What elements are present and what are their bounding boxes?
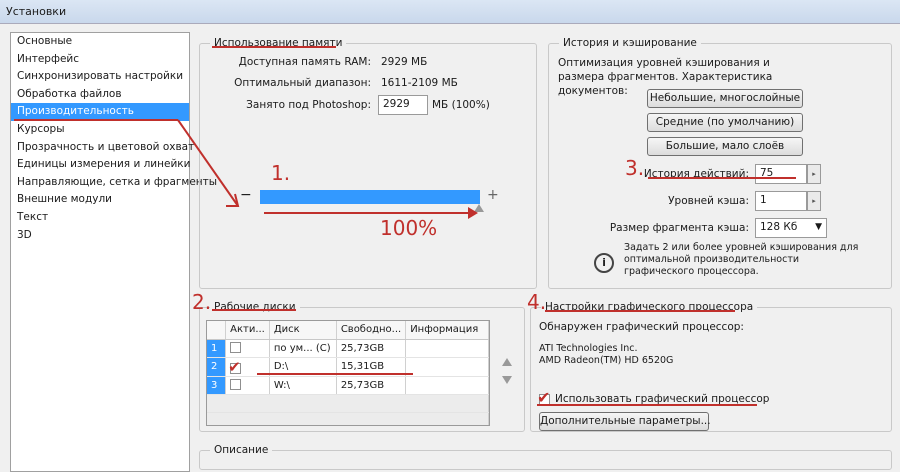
cache-info-text: Задать 2 или более уровней кэширования д… <box>624 242 859 277</box>
scratch-disks-title: Рабочие диски <box>210 301 300 313</box>
sidebar-item[interactable]: Синхронизировать настройки <box>11 68 189 86</box>
chevron-down-icon: ▼ <box>815 222 822 232</box>
memory-slider-fill <box>260 190 480 204</box>
annotation-arrow-line <box>264 212 474 214</box>
medium-default-button[interactable]: Средние (по умолчанию) <box>647 113 803 132</box>
disk-info <box>405 376 489 395</box>
disk-free: 25,73GB <box>336 339 407 358</box>
history-cache-title: История и кэширование <box>559 37 701 49</box>
annotation-underline-gpu <box>545 310 735 312</box>
column-header-info[interactable]: Информация <box>405 321 489 340</box>
available-ram-value: 2929 МБ <box>381 56 428 68</box>
active-checkbox[interactable] <box>230 379 242 391</box>
description-title: Описание <box>210 444 273 456</box>
active-checkbox[interactable] <box>230 342 242 354</box>
annotation-arrow <box>140 119 240 207</box>
empty-row <box>207 412 489 425</box>
history-cache-group: История и кэширование Оптимизация уровне… <box>548 37 892 289</box>
sidebar-item[interactable]: Основные <box>11 33 189 51</box>
optimal-range-label: Оптимальный диапазон: <box>234 77 371 89</box>
optimal-range-value: 1611-2109 МБ <box>381 77 458 89</box>
photoshop-usage-input[interactable]: 2929 <box>378 95 428 115</box>
column-header-active[interactable]: Акти... <box>225 321 270 340</box>
photoshop-usage-unit: МБ (100%) <box>432 99 490 111</box>
annotation-4: 4. <box>527 290 547 314</box>
slider-plus-icon[interactable]: + <box>487 187 499 203</box>
sidebar-item[interactable]: Интерфейс <box>11 51 189 69</box>
tile-size-select[interactable]: 128 Кб ▼ <box>755 218 827 238</box>
gpu-detected-label: Обнаружен графический процессор: <box>539 321 744 333</box>
gpu-settings-group: Настройки графического процессора Обнару… <box>530 301 892 432</box>
annotation-underline-memory <box>212 46 336 48</box>
annotation-1: 1. <box>271 161 291 185</box>
annotation-underline-use-gpu <box>537 404 757 406</box>
cache-levels-input[interactable]: 1 <box>755 191 807 211</box>
large-few-layers-button[interactable]: Большие, мало слоёв <box>647 137 803 156</box>
window-title: Установки <box>6 5 67 18</box>
annotation-underline-performance <box>14 119 140 121</box>
disk-info <box>405 339 489 358</box>
annotation-underline-disk-d <box>257 373 413 375</box>
disk-free: 25,73GB <box>336 376 407 395</box>
move-up-icon[interactable] <box>502 358 512 366</box>
disk-info <box>405 357 489 377</box>
info-icon: i <box>594 253 614 273</box>
photoshop-usage-label: Занято под Photoshop: <box>246 99 371 111</box>
empty-row <box>207 394 489 413</box>
table-row[interactable]: 1 по ум... (C) 25,73GB <box>207 339 489 358</box>
annotation-3: 3. <box>625 156 645 180</box>
disk-name: W:\ <box>269 376 337 395</box>
active-cell <box>225 376 270 395</box>
annotation-underline-scratch <box>212 309 296 311</box>
cache-levels-stepper[interactable]: ▸ <box>807 191 821 211</box>
sidebar-item[interactable]: 3D <box>11 227 189 245</box>
memory-usage-group: Использование памяти Доступная память RA… <box>199 37 537 289</box>
tile-size-value: 128 Кб <box>760 221 798 233</box>
annotation-percent: 100% <box>380 216 438 240</box>
sidebar-item[interactable]: Обработка файлов <box>11 86 189 104</box>
cache-levels-label: Уровней кэша: <box>668 195 749 207</box>
column-header-free[interactable]: Свободно... <box>336 321 407 340</box>
small-layered-button[interactable]: Небольшие, многослойные <box>647 89 803 108</box>
move-down-icon[interactable] <box>502 376 512 384</box>
annotation-underline-history <box>648 177 796 179</box>
column-header-index <box>207 321 227 340</box>
description-group: Описание <box>199 444 892 470</box>
checkmark-icon: ✔ <box>228 357 241 376</box>
gpu-vendor: ATI Technologies Inc. <box>539 343 638 354</box>
annotation-2: 2. <box>192 290 212 314</box>
annotation-arrow-head <box>468 207 478 219</box>
window-title-bar: Установки <box>0 0 900 24</box>
scratch-disks-group: Рабочие диски Акти... Диск Свободно... И… <box>199 301 525 432</box>
advanced-settings-button[interactable]: Дополнительные параметры... <box>539 412 711 431</box>
row-number: 3 <box>207 376 227 395</box>
history-states-stepper[interactable]: ▸ <box>807 164 821 184</box>
tile-size-label: Размер фрагмента кэша: <box>609 222 749 234</box>
table-row[interactable]: 3 W:\ 25,73GB <box>207 376 489 395</box>
settings-sidebar: Основные Интерфейс Синхронизировать настро… <box>10 32 217 472</box>
slider-minus-icon[interactable]: − <box>240 187 252 203</box>
active-cell <box>225 339 270 358</box>
gpu-model: AMD Radeon(TM) HD 6520G <box>539 355 674 366</box>
row-number: 2 <box>207 357 227 377</box>
disk-name: по ум... (C) <box>269 339 337 358</box>
available-ram-label: Доступная память RAM: <box>238 56 371 68</box>
history-states-input[interactable]: 75 <box>755 164 807 184</box>
row-number: 1 <box>207 339 227 358</box>
memory-slider-track[interactable] <box>260 190 480 204</box>
column-header-disk[interactable]: Диск <box>269 321 337 340</box>
